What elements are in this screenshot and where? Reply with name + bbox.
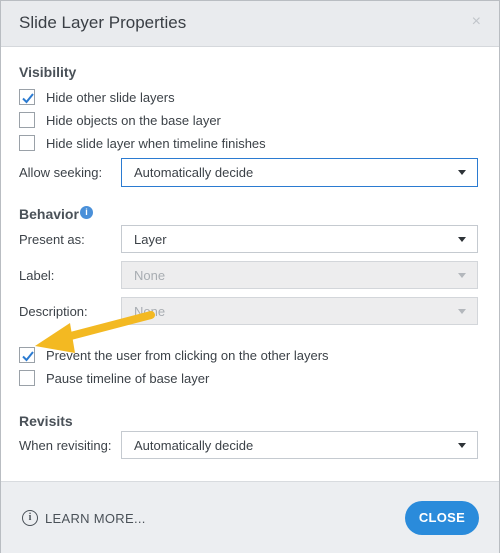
slide-layer-properties-dialog: Slide Layer Properties × Visibility Hide…	[0, 0, 500, 553]
annotation-arrow-icon	[35, 311, 155, 353]
dialog-footer: i LEARN MORE... CLOSE	[1, 481, 499, 553]
close-button[interactable]: CLOSE	[405, 501, 479, 535]
learn-more-label: LEARN MORE...	[45, 510, 146, 526]
info-circle-icon: i	[22, 510, 38, 526]
learn-more-link[interactable]: i LEARN MORE...	[22, 510, 146, 526]
